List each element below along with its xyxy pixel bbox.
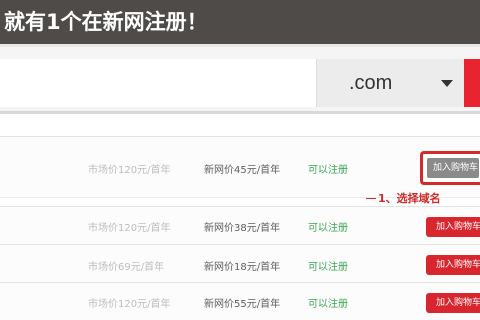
result-row: 市场价120元/首年 新网价45元/首年 可以注册 加入购物车: [0, 136, 480, 198]
banner-text: 就有1个在新网注册！: [4, 10, 208, 34]
result-row: 市场价120元/首年 新网价55元/首年 可以注册 加入购物车: [0, 282, 480, 320]
add-to-cart-button[interactable]: 加入购物车: [420, 151, 480, 185]
add-to-cart-button[interactable]: 加入购物车: [426, 217, 480, 237]
availability-status: 可以注册: [308, 223, 348, 234]
market-price: 市场价120元/首年: [88, 299, 171, 310]
add-to-cart-button[interactable]: 加入购物车: [426, 293, 480, 313]
market-price: 市场价120元/首年: [88, 165, 171, 176]
new-price: 新网价38元/首年: [204, 223, 281, 234]
step-annotation: 1、选择域名: [378, 192, 441, 205]
add-to-cart-label: 加入购物车: [427, 158, 479, 178]
new-price: 新网价18元/首年: [204, 262, 281, 273]
new-price: 新网价55元/首年: [204, 299, 281, 310]
domain-search-bar: .com: [0, 44, 480, 114]
availability-status: 可以注册: [308, 299, 348, 310]
annotation-pointer: [366, 198, 376, 199]
new-price: 新网价45元/首年: [204, 165, 281, 176]
tld-dropdown[interactable]: .com: [316, 59, 464, 107]
add-to-cart-button[interactable]: 加入购物车: [426, 255, 480, 275]
result-row: 市场价120元/首年 新网价38元/首年 可以注册 加入购物车: [0, 206, 480, 246]
market-price: 市场价69元/首年: [88, 262, 165, 273]
result-row: 市场价69元/首年 新网价18元/首年 可以注册 加入购物车: [0, 244, 480, 284]
market-price: 市场价120元/首年: [88, 223, 171, 234]
tld-selected-value: .com: [349, 72, 393, 94]
domain-results-list: 市场价120元/首年 新网价45元/首年 可以注册 加入购物车 市场价120元/…: [0, 122, 480, 320]
search-button[interactable]: [464, 59, 480, 107]
domain-search-input[interactable]: [0, 59, 316, 107]
promo-banner: 就有1个在新网注册！: [0, 0, 480, 44]
chevron-down-icon: [441, 80, 453, 87]
availability-status: 可以注册: [308, 262, 348, 273]
availability-status: 可以注册: [308, 165, 348, 176]
